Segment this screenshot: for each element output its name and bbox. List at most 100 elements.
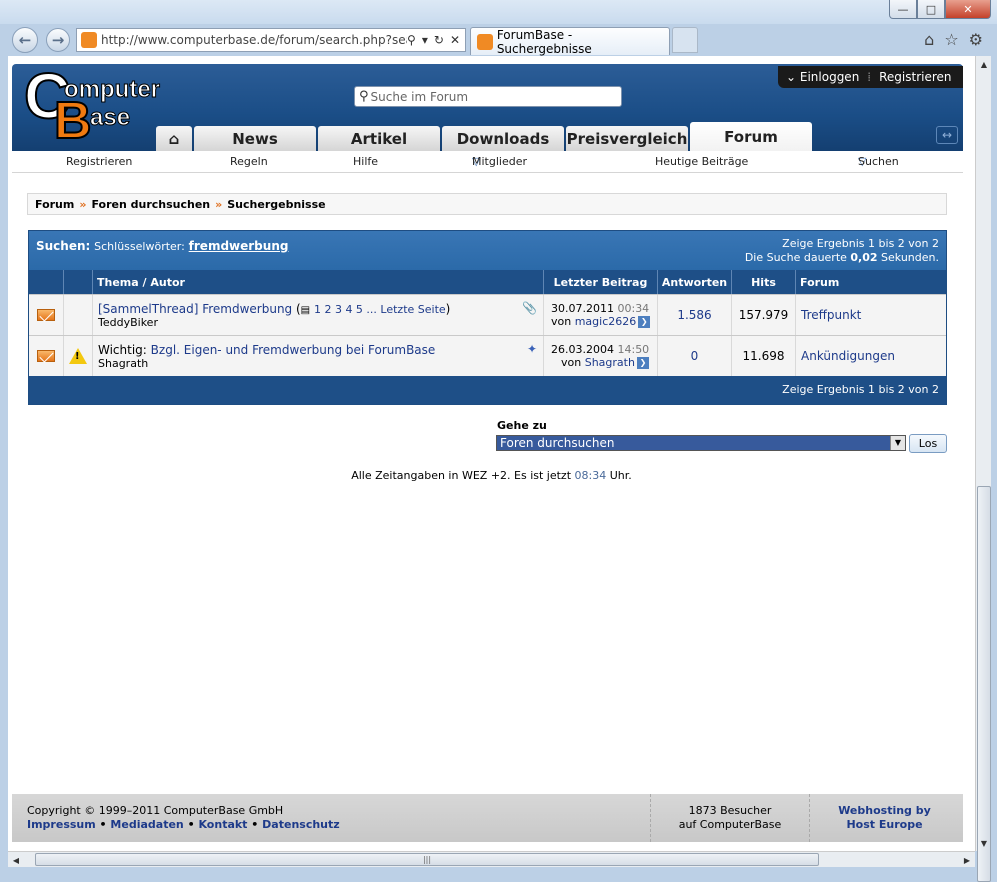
forum-link[interactable]: Treffpunkt xyxy=(795,295,946,335)
goto-button[interactable]: Los xyxy=(909,434,947,453)
duration-value: 0,02 xyxy=(850,251,878,264)
col-hits[interactable]: Hits xyxy=(731,270,795,294)
home-tab[interactable]: ⌂ xyxy=(156,126,192,151)
last-post-by: von xyxy=(561,356,582,369)
hits-count: 157.979 xyxy=(731,295,795,335)
time-prefix: Alle Zeitangaben in WEZ +2. Es ist jetzt xyxy=(351,469,572,482)
vertical-scrollbar[interactable]: ▲ ▼ xyxy=(975,56,992,882)
stop-icon[interactable]: ✕ xyxy=(450,33,460,47)
site-favicon xyxy=(81,32,97,48)
resize-layout-icon[interactable]: ↔ xyxy=(936,126,958,144)
col-antworten[interactable]: Antworten xyxy=(657,270,731,294)
browser-tab[interactable]: ForumBase - Suchergebnisse xyxy=(470,27,670,56)
logo-text-2: ase xyxy=(89,104,131,132)
thread-pages-links[interactable]: 1 2 3 4 5 ... Letzte Seite xyxy=(314,303,446,316)
keywords-label: Schlüsselwörter: xyxy=(94,240,185,253)
last-post-date: 26.03.2004 xyxy=(551,343,614,356)
webhosting-link[interactable]: Webhosting by Host Europe xyxy=(812,804,957,832)
col-forum[interactable]: Forum xyxy=(795,270,946,294)
replies-count[interactable]: 0 xyxy=(657,336,731,376)
visitors-line-2: auf ComputerBase xyxy=(678,818,782,831)
tab-artikel[interactable]: Artikel xyxy=(318,126,440,151)
last-post-user[interactable]: magic2626 xyxy=(575,315,637,328)
login-label: Einloggen xyxy=(799,70,860,84)
goto-select[interactable]: Foren durchsuchen ▼ xyxy=(496,435,906,451)
replies-count[interactable]: 1.586 xyxy=(657,295,731,335)
envelope-icon xyxy=(37,309,55,321)
maximize-button[interactable]: □ xyxy=(917,0,945,19)
site-logo[interactable]: C omputer B ase xyxy=(23,63,174,148)
go-to-last-post-icon[interactable]: ❯ xyxy=(638,316,651,328)
site-footer: Copyright © 1999–2011 ComputerBase GmbH … xyxy=(12,794,963,842)
go-to-last-post-icon[interactable]: ❯ xyxy=(636,357,649,369)
col-letzter-beitrag[interactable]: Letzter Beitrag xyxy=(543,270,657,294)
address-text[interactable]: http://www.computerbase.de/forum/search.… xyxy=(101,33,407,47)
sub-navigation: Registrieren Regeln Hilfe Mitglieder ▽ H… xyxy=(12,151,963,173)
thread-author[interactable]: Shagrath xyxy=(98,357,148,370)
back-button[interactable]: ← xyxy=(12,27,38,53)
tab-preisvergleich[interactable]: Preisvergleich xyxy=(566,126,688,151)
thread-author[interactable]: TeddyBiker xyxy=(98,316,158,329)
scroll-right-icon[interactable]: ▶ xyxy=(959,852,975,868)
attachment-icon: 📎 xyxy=(522,301,537,315)
envelope-icon xyxy=(37,350,55,362)
timezone-note: Alle Zeitangaben in WEZ +2. Es ist jetzt… xyxy=(8,469,975,482)
thread-title-link[interactable]: Bzgl. Eigen- und Fremdwerbung bei ForumB… xyxy=(151,343,436,357)
thread-title-link[interactable]: [SammelThread] Fremdwerbung xyxy=(98,302,292,316)
subnav-mitglieder[interactable]: Mitglieder ▽ xyxy=(472,155,527,168)
favorites-star-icon[interactable]: ☆ xyxy=(944,30,958,49)
chevron-down-icon[interactable]: ▾ xyxy=(422,33,428,47)
breadcrumb-forum[interactable]: Forum xyxy=(35,198,74,211)
home-icon[interactable]: ⌂ xyxy=(924,30,934,49)
chevron-down-icon[interactable]: ▼ xyxy=(890,436,905,450)
footer-link-datenschutz[interactable]: Datenschutz xyxy=(262,818,340,831)
login-link[interactable]: ⌄ Einloggen xyxy=(778,70,867,84)
tab-downloads[interactable]: Downloads xyxy=(442,126,564,151)
current-time: 08:34 xyxy=(574,469,607,482)
scroll-down-icon[interactable]: ▼ xyxy=(976,835,992,851)
col-thema[interactable]: Thema / Autor xyxy=(92,270,543,294)
last-post-date: 30.07.2011 xyxy=(551,302,614,315)
refresh-icon[interactable]: ↻ xyxy=(434,33,444,47)
footer-link-kontakt[interactable]: Kontakt xyxy=(198,818,247,831)
search-placeholder: Suche im Forum xyxy=(370,89,469,104)
vertical-scroll-thumb[interactable] xyxy=(977,486,991,882)
duration-suffix: Sekunden. xyxy=(881,251,939,264)
table-row: [SammelThread] Fremdwerbung (▤ 1 2 3 4 5… xyxy=(29,294,946,335)
scroll-up-icon[interactable]: ▲ xyxy=(976,56,992,72)
result-info: Zeige Ergebnis 1 bis 2 von 2 xyxy=(782,237,939,250)
new-tab-button[interactable] xyxy=(672,27,698,53)
window-titlebar: — □ ✕ xyxy=(0,0,997,24)
gear-icon[interactable]: ⚙ xyxy=(969,30,983,49)
subnav-hilfe[interactable]: Hilfe xyxy=(353,155,378,168)
horizontal-scrollbar[interactable]: ◀ ||| ▶ xyxy=(8,851,975,867)
subnav-regeln[interactable]: Regeln xyxy=(230,155,268,168)
subnav-registrieren[interactable]: Registrieren xyxy=(66,155,132,168)
address-bar[interactable]: http://www.computerbase.de/forum/search.… xyxy=(76,28,466,52)
breadcrumb: Forum » Foren durchsuchen » Suchergebnis… xyxy=(27,193,947,215)
breadcrumb-foren-durchsuchen[interactable]: Foren durchsuchen xyxy=(91,198,210,211)
forward-button[interactable]: → xyxy=(46,28,70,52)
tab-news[interactable]: News xyxy=(194,126,316,151)
keyword-link[interactable]: fremdwerbung xyxy=(189,239,289,253)
search-icon: ⚲ xyxy=(359,89,369,104)
tab-forum[interactable]: Forum xyxy=(690,122,812,151)
scroll-left-icon[interactable]: ◀ xyxy=(8,852,24,868)
forum-search-input[interactable]: ⚲ Suche im Forum xyxy=(354,86,622,107)
last-post-user[interactable]: Shagrath xyxy=(585,356,635,369)
register-link[interactable]: Registrieren xyxy=(871,70,959,84)
minimize-button[interactable]: — xyxy=(889,0,917,19)
footer-link-impressum[interactable]: Impressum xyxy=(27,818,96,831)
subnav-suchen[interactable]: Suchen ▽ xyxy=(858,155,899,168)
thread-prefix: Wichtig: xyxy=(98,342,147,357)
subnav-heutige-beitraege[interactable]: Heutige Beiträge xyxy=(655,155,748,168)
footer-link-mediadaten[interactable]: Mediadaten xyxy=(110,818,183,831)
search-icon[interactable]: ⚲ xyxy=(407,33,416,47)
pages-icon: ▤ xyxy=(300,304,311,316)
forum-link[interactable]: Ankündigungen xyxy=(795,336,946,376)
close-window-button[interactable]: ✕ xyxy=(945,0,991,19)
main-nav-tabs: ⌂ News Artikel Downloads Preisvergleich … xyxy=(156,122,812,151)
pin-icon: ✦ xyxy=(526,342,537,356)
horizontal-scroll-thumb[interactable]: ||| xyxy=(35,853,819,866)
search-label: Suchen: xyxy=(36,239,91,253)
